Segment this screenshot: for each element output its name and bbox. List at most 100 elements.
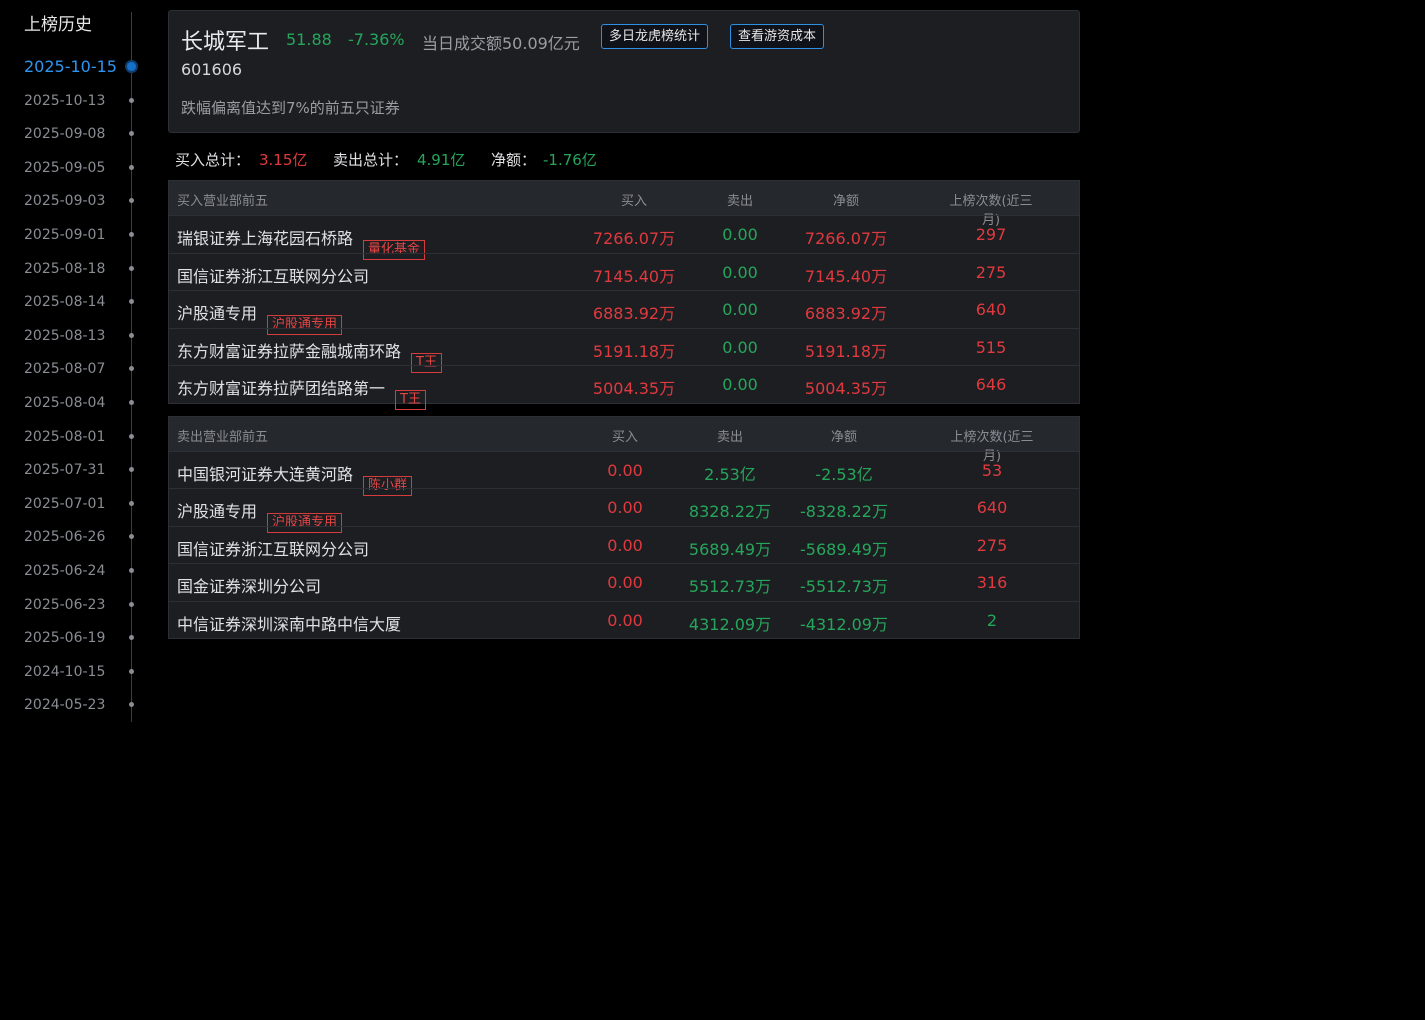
table-row[interactable]: 沪股通专用沪股通专用 6883.92万 0.00 6883.92万 640 bbox=[169, 290, 1079, 335]
history-date-label: 2025-09-08 bbox=[24, 126, 106, 143]
history-date-item[interactable]: 2025-08-07 bbox=[0, 354, 150, 388]
timeline-dot-icon bbox=[129, 131, 134, 137]
multi-day-stats-button[interactable]: 多日龙虎榜统计 bbox=[601, 24, 709, 49]
sell-cell: 4312.09万 bbox=[688, 614, 772, 634]
net-cell: 6883.92万 bbox=[804, 304, 888, 323]
net-cell: -2.53亿 bbox=[815, 464, 873, 484]
sidebar-title: 上榜历史 bbox=[24, 15, 92, 35]
buy-cell: 5004.35万 bbox=[592, 379, 676, 398]
history-date-label: 2025-07-01 bbox=[24, 495, 106, 512]
timeline-dot-icon bbox=[129, 299, 134, 305]
stock-code: 601606 bbox=[181, 60, 243, 79]
branch-name: 国信证券浙江互联网分公司 bbox=[177, 539, 370, 559]
history-date-label: 2025-06-24 bbox=[24, 562, 106, 579]
column-header: 买入 bbox=[611, 429, 639, 445]
history-date-item[interactable]: 2025-08-13 bbox=[0, 321, 150, 355]
sell-cell: 5512.73万 bbox=[688, 577, 772, 596]
timeline-dot-icon bbox=[129, 97, 134, 103]
history-date-item[interactable]: 2025-10-15 bbox=[0, 52, 150, 86]
history-date-item[interactable]: 2024-05-23 bbox=[0, 690, 150, 724]
history-date-item[interactable]: 2025-06-26 bbox=[0, 522, 150, 556]
table-row[interactable]: 国信证券浙江互联网分公司 7145.40万 0.00 7145.40万 275 bbox=[169, 252, 1079, 291]
history-date-item[interactable]: 2025-09-01 bbox=[0, 220, 150, 254]
column-header: 卖出 bbox=[726, 194, 754, 209]
buy-cell: 0.00 bbox=[607, 460, 643, 480]
timeline-dot-icon bbox=[129, 231, 134, 237]
history-date-item[interactable]: 2025-08-14 bbox=[0, 287, 150, 321]
branch-name-cell: 中国银河证券大连黄河路陈小群 bbox=[177, 461, 413, 496]
listing-reason: 跌幅偏离值达到7%的前五只证券 bbox=[181, 99, 400, 117]
net-cell: -8328.22万 bbox=[800, 502, 888, 521]
sell-cell: 8328.22万 bbox=[688, 502, 772, 521]
main-panel: 长城军工 51.88 -7.36% 当日成交额50.09亿元 多日龙虎榜统计 查… bbox=[168, 10, 1080, 639]
sell-cell: 0.00 bbox=[722, 225, 758, 244]
branch-name: 东方财富证券拉萨金融城南环路 bbox=[177, 341, 402, 361]
history-date-label: 2025-10-13 bbox=[24, 92, 106, 109]
history-date-item[interactable]: 2025-06-19 bbox=[0, 623, 150, 657]
history-date-item[interactable]: 2025-10-13 bbox=[0, 86, 150, 120]
buy-cell: 0.00 bbox=[607, 498, 643, 517]
timeline-dot-icon bbox=[129, 567, 134, 573]
table-row[interactable]: 瑞银证券上海花园石桥路量化基金 7266.07万 0.00 7266.07万 297 bbox=[169, 215, 1079, 260]
branch-name-cell: 国金证券深圳分公司 bbox=[177, 573, 321, 597]
net-cell: -5512.73万 bbox=[800, 577, 888, 596]
sell-cell: 0.00 bbox=[722, 262, 758, 282]
timeline-dot-icon bbox=[127, 62, 136, 71]
buy-total-label: 买入总计： bbox=[175, 151, 251, 169]
timeline-dot-icon bbox=[129, 265, 134, 271]
net-cell: 5004.35万 bbox=[804, 379, 888, 398]
history-date-item[interactable]: 2025-09-05 bbox=[0, 153, 150, 187]
net-cell: 7145.40万 bbox=[804, 266, 888, 286]
column-header: 净额 bbox=[830, 429, 858, 445]
stock-change: -7.36% bbox=[348, 30, 405, 49]
stock-name: 长城军工 bbox=[181, 30, 270, 55]
table-row[interactable]: 中国银河证券大连黄河路陈小群 0.00 2.53亿 -2.53亿 53 bbox=[169, 450, 1079, 496]
net-cell: 5191.18万 bbox=[804, 341, 888, 361]
branch-name: 国金证券深圳分公司 bbox=[177, 577, 322, 596]
stock-turnover: 当日成交额50.09亿元 bbox=[422, 34, 580, 53]
stock-header-card: 长城军工 51.88 -7.36% 当日成交额50.09亿元 多日龙虎榜统计 查… bbox=[168, 10, 1080, 133]
sell-cell: 0.00 bbox=[722, 375, 758, 394]
sell-cell: 5689.49万 bbox=[688, 539, 772, 559]
column-header: 卖出 bbox=[716, 429, 744, 445]
table-header: 买入营业部前五 买入 卖出 净额 上榜次数(近三月) bbox=[169, 181, 1079, 228]
table-row[interactable]: 东方财富证券拉萨团结路第一 T王 5004.35万 0.00 5004.35万 646 bbox=[169, 365, 1079, 410]
table-row[interactable]: 东方财富证券拉萨金融城南环路T王 5191.18万 0.00 5191.18万 515 bbox=[169, 327, 1079, 373]
history-date-item[interactable]: 2025-09-08 bbox=[0, 119, 150, 153]
branch-name-cell: 沪股通专用沪股通专用 bbox=[177, 498, 343, 533]
timeline-dot-icon bbox=[129, 635, 134, 641]
buy-cell: 0.00 bbox=[607, 610, 643, 630]
history-date-item[interactable]: 2025-07-01 bbox=[0, 489, 150, 523]
history-date-item[interactable]: 2025-06-23 bbox=[0, 590, 150, 624]
history-date-item[interactable]: 2024-10-15 bbox=[0, 657, 150, 691]
table-row[interactable]: 沪股通专用沪股通专用 0.00 8328.22万 -8328.22万 640 bbox=[169, 488, 1079, 533]
sell-cell: 0.00 bbox=[722, 337, 758, 357]
history-date-label: 2025-09-01 bbox=[24, 226, 106, 243]
history-date-item[interactable]: 2025-07-31 bbox=[0, 455, 150, 489]
table-row[interactable]: 国金证券深圳分公司 0.00 5512.73万 -5512.73万 316 bbox=[169, 563, 1079, 601]
buy-cell: 0.00 bbox=[607, 573, 643, 592]
net-total-label: 净额： bbox=[491, 151, 537, 169]
table-row[interactable]: 中信证券深圳深南中路中信大厦 0.00 4312.09万 -4312.09万 2 bbox=[169, 600, 1079, 639]
trader-cost-button[interactable]: 查看游资成本 bbox=[730, 24, 825, 49]
buy-total-value: 3.15亿 bbox=[259, 151, 308, 169]
buy-cell: 6883.92万 bbox=[592, 304, 676, 323]
history-date-label: 2025-08-04 bbox=[24, 394, 106, 411]
trader-tag-badge[interactable]: T王 bbox=[395, 390, 426, 410]
history-date-item[interactable]: 2025-08-01 bbox=[0, 422, 150, 456]
column-header: 买入营业部前五 bbox=[177, 194, 269, 209]
branch-name-cell: 国信证券浙江互联网分公司 bbox=[177, 263, 369, 287]
count-cell: 297 bbox=[975, 225, 1007, 244]
table-row[interactable]: 国信证券浙江互联网分公司 0.00 5689.49万 -5689.49万 275 bbox=[169, 525, 1079, 564]
history-date-item[interactable]: 2025-08-18 bbox=[0, 254, 150, 288]
history-date-label: 2025-07-31 bbox=[24, 462, 106, 479]
history-date-item[interactable]: 2025-09-03 bbox=[0, 186, 150, 220]
timeline-dot-icon bbox=[129, 164, 134, 170]
timeline-dot-icon bbox=[129, 534, 134, 540]
history-date-item[interactable]: 2025-06-24 bbox=[0, 556, 150, 590]
history-date-item[interactable]: 2025-08-04 bbox=[0, 388, 150, 422]
branch-name: 瑞银证券上海花园石桥路 bbox=[177, 229, 354, 248]
history-date-label: 2025-08-18 bbox=[24, 260, 106, 277]
count-cell: 316 bbox=[976, 573, 1008, 592]
branch-name: 国信证券浙江互联网分公司 bbox=[177, 266, 370, 286]
